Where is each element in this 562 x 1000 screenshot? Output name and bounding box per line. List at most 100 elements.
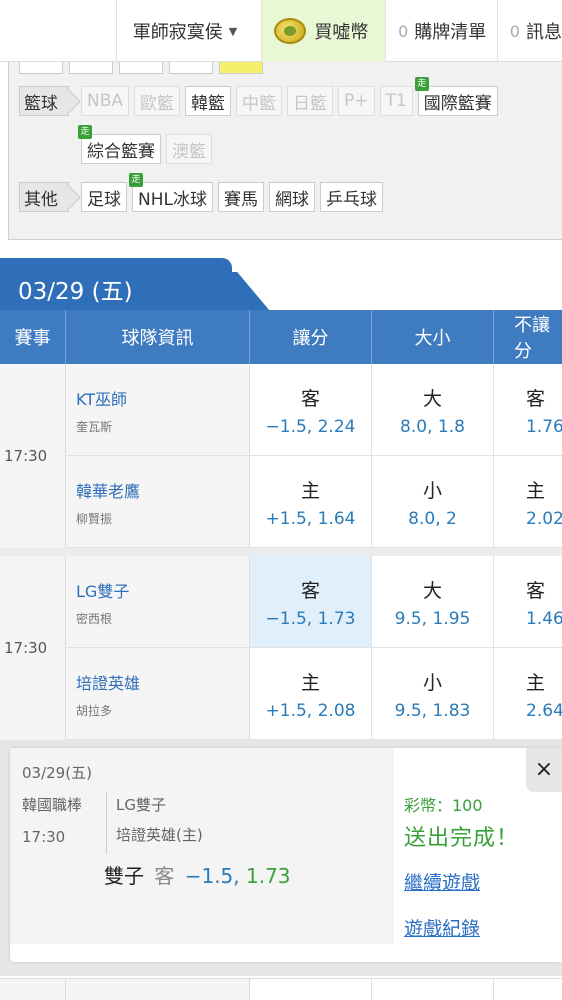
- chip-p-plus[interactable]: P+: [338, 86, 375, 116]
- category-label-other: 其他: [19, 182, 69, 212]
- clipped-chip: [69, 62, 113, 74]
- moneyline-odds-cell[interactable]: 主 2.64: [494, 648, 562, 739]
- chip-china-basketball[interactable]: 中籃: [236, 86, 283, 116]
- next-row-cell: [372, 979, 494, 1000]
- chip-tennis[interactable]: 網球: [268, 182, 315, 212]
- over-under-odds-cell[interactable]: 大 9.5, 1.95: [372, 556, 494, 647]
- pitcher-name: 奎瓦斯: [76, 420, 113, 434]
- team-info: 韓華老鷹 柳賢振: [66, 456, 250, 547]
- table-row: KT巫師 奎瓦斯 客 −1.5, 2.24 大 8.0, 1.8 客 1.76: [0, 364, 562, 456]
- watch-list-button[interactable]: 0 購牌清單: [385, 0, 497, 62]
- game-time: 17:30: [0, 364, 66, 548]
- odds-value: +1.5, 2.08: [265, 701, 356, 721]
- team-name[interactable]: KT巫師: [76, 386, 249, 410]
- sport-filter-panel: 籃球 NBA 歐籃 韓籃 中籃 日籃 P+ T1 走 國際籃賽 走 綜合籃賽 澳…: [8, 62, 562, 240]
- pick-team: 雙子: [104, 864, 144, 888]
- chip-t1[interactable]: T1: [379, 86, 413, 116]
- slip-league: 韓國職棒: [22, 796, 83, 814]
- chip-horse-racing[interactable]: 賽馬: [217, 182, 264, 212]
- odds-value: 9.5, 1.95: [394, 609, 471, 629]
- team-info: KT巫師 奎瓦斯: [66, 364, 250, 455]
- odds-side: 大: [422, 388, 442, 410]
- odds-value: +1.5, 1.64: [265, 509, 356, 529]
- live-badge: 走: [78, 125, 92, 139]
- slip-time: 17:30: [22, 828, 66, 846]
- odds-value: 8.0, 1.8: [400, 417, 465, 437]
- continue-game-link[interactable]: 繼續遊戲: [404, 868, 480, 895]
- odds-side: 客: [526, 388, 546, 410]
- chip-label: NHL冰球: [138, 189, 207, 210]
- header-over-under: 大小: [372, 310, 494, 364]
- odds-value: −1.5, 1.73: [265, 609, 356, 629]
- buy-coins-label: 買噓幣: [314, 22, 369, 43]
- table-row: LG雙子 密西根 客 −1.5, 1.73 大 9.5, 1.95 客 1.46: [0, 556, 562, 648]
- chip-soccer[interactable]: 足球: [81, 182, 127, 212]
- close-icon[interactable]: ×: [526, 748, 562, 792]
- chip-japan-basketball[interactable]: 日籃: [287, 86, 334, 116]
- coin-amount: 彩幣：100: [404, 796, 483, 815]
- odds-value: 1.46: [526, 609, 562, 629]
- odds-side: 客: [300, 580, 320, 602]
- chip-table-tennis[interactable]: 乒乓球: [319, 182, 383, 212]
- other-filter-row: 其他 足球 走 NHL冰球 賽馬 網球 乒乓球: [19, 173, 388, 212]
- clipped-filter-row: [19, 62, 263, 74]
- chip-nba[interactable]: NBA: [81, 86, 130, 116]
- chip-label: 國際籃賽: [423, 93, 492, 114]
- table-row: 培證英雄 胡拉多 主 +1.5, 2.08 小 9.5, 1.83 主 2.64: [0, 648, 562, 740]
- clipped-chip-active: [219, 62, 263, 74]
- user-menu[interactable]: 軍師寂寞侯 ▼: [115, 0, 262, 62]
- chip-international-basketball[interactable]: 走 國際籃賽: [414, 77, 498, 116]
- category-label-basketball: 籃球: [19, 86, 69, 116]
- pick-side: 客: [154, 864, 175, 888]
- messages-button[interactable]: 0 訊息: [496, 0, 562, 62]
- game-block: 17:30 KT巫師 奎瓦斯 客 −1.5, 2.24 大 8.0, 1.8 客…: [0, 364, 562, 548]
- bet-slip-confirmation: 03/29(五) 韓國職棒 17:30 LG雙子 培證英雄(主) 雙子 客 −1…: [10, 748, 562, 962]
- slip-team-home: 培證英雄(主): [116, 826, 203, 844]
- spread-odds-cell[interactable]: 主 +1.5, 2.08: [250, 648, 372, 739]
- top-bar: 軍師寂寞侯 ▼ 買噓幣 0 購牌清單 0 訊息: [0, 0, 562, 62]
- clipped-chip: [169, 62, 213, 74]
- slip-pick: 雙子 客 −1.5, 1.73: [104, 860, 291, 889]
- date-tab: 03/29 (五): [0, 258, 232, 312]
- odds-side: 客: [300, 388, 320, 410]
- over-under-odds-cell[interactable]: 大 8.0, 1.8: [372, 364, 494, 455]
- chip-australia-basketball[interactable]: 澳籃: [166, 134, 212, 164]
- game-history-link[interactable]: 遊戲紀錄: [404, 914, 480, 941]
- team-name[interactable]: 韓華老鷹: [76, 478, 249, 502]
- next-row-cell: [250, 979, 372, 1000]
- odds-side: 小: [422, 672, 442, 694]
- moneyline-odds-cell[interactable]: 客 1.46: [494, 556, 562, 647]
- slip-date: 03/29(五): [22, 764, 92, 782]
- chip-nhl-hockey[interactable]: 走 NHL冰球: [129, 173, 213, 212]
- basketball-filter-row-2: 走 綜合籃賽 澳籃: [78, 125, 217, 164]
- clipped-chip: [119, 62, 163, 74]
- message-count: 0: [509, 21, 520, 41]
- live-badge: 走: [414, 77, 429, 91]
- odds-value: −1.5, 2.24: [265, 417, 356, 437]
- next-row-cell: [0, 979, 66, 1000]
- over-under-odds-cell[interactable]: 小 8.0, 2: [372, 456, 494, 547]
- moneyline-odds-cell[interactable]: 主 2.02: [494, 456, 562, 547]
- chip-euro-basketball[interactable]: 歐籃: [134, 86, 181, 116]
- spread-odds-cell-selected[interactable]: 客 −1.5, 1.73: [250, 556, 372, 647]
- buy-coins-button[interactable]: 買噓幣: [261, 0, 386, 62]
- chip-mixed-basketball[interactable]: 走 綜合籃賽: [78, 125, 161, 164]
- team-name[interactable]: 培證英雄: [76, 670, 249, 694]
- bet-slip-ticket: 03/29(五) 韓國職棒 17:30 LG雙子 培證英雄(主) 雙子 客 −1…: [10, 748, 394, 948]
- odds-value: 8.0, 2: [408, 509, 457, 529]
- odds-value: 9.5, 1.83: [394, 701, 471, 721]
- pick-line: −1.5,: [184, 864, 240, 888]
- moneyline-odds-cell[interactable]: 客 1.76: [494, 364, 562, 455]
- odds-value: 2.64: [526, 701, 562, 721]
- odds-side: 客: [526, 580, 546, 602]
- user-name: 軍師寂寞侯: [132, 22, 223, 43]
- spread-odds-cell[interactable]: 主 +1.5, 1.64: [250, 456, 372, 547]
- pitcher-name: 密西根: [76, 612, 113, 626]
- spread-odds-cell[interactable]: 客 −1.5, 2.24: [250, 364, 372, 455]
- next-row-cell: [494, 979, 562, 1000]
- odds-side: 主: [526, 672, 546, 694]
- table-row: 韓華老鷹 柳賢振 主 +1.5, 1.64 小 8.0, 2 主 2.02: [0, 456, 562, 548]
- chip-korea-basketball[interactable]: 韓籃: [185, 86, 232, 116]
- team-name[interactable]: LG雙子: [76, 578, 249, 602]
- over-under-odds-cell[interactable]: 小 9.5, 1.83: [372, 648, 494, 739]
